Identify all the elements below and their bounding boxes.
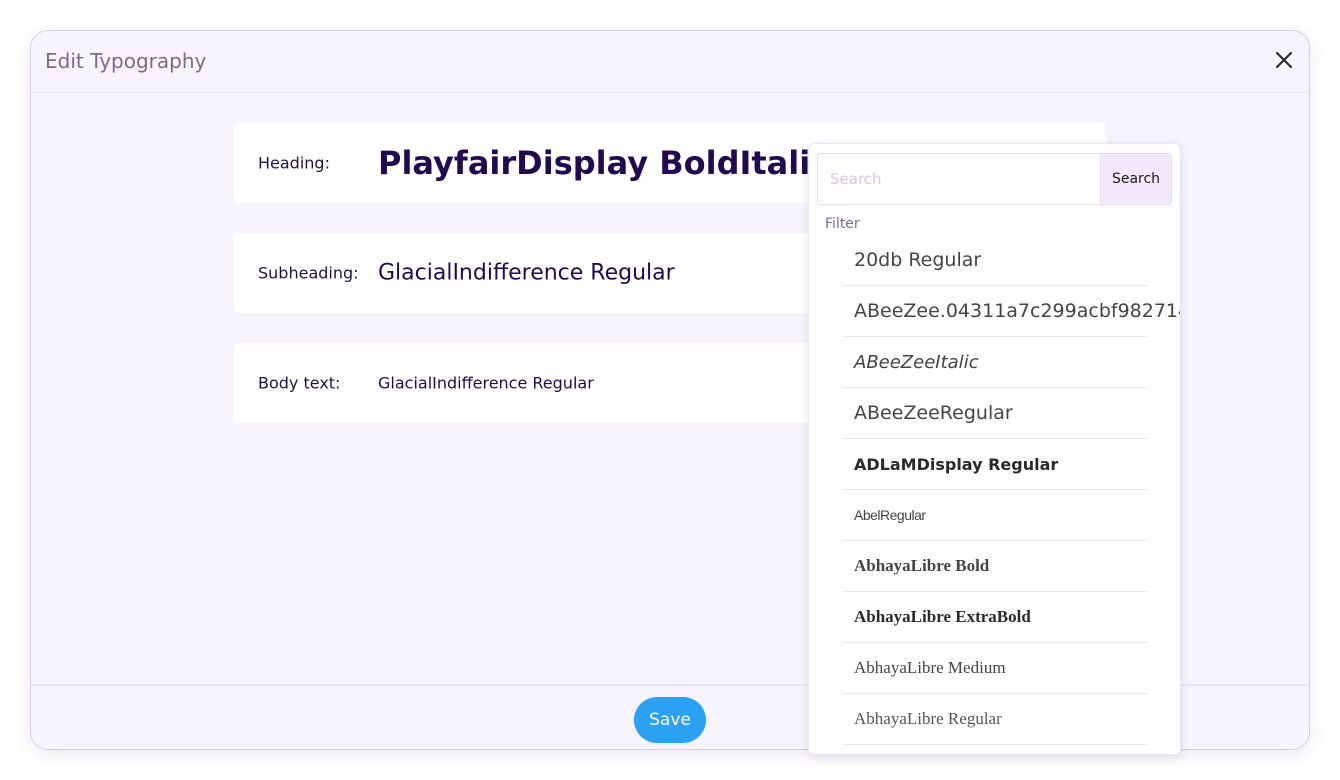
font-option[interactable]: ABeeZeeRegular (843, 388, 1147, 439)
font-picker-dropdown: Search Filter 20db Regular ABeeZee.04311… (808, 143, 1181, 755)
search-button[interactable]: Search (1100, 154, 1171, 204)
search-input[interactable] (818, 154, 1100, 204)
search-bar: Search (817, 153, 1172, 205)
heading-label: Heading: (258, 153, 330, 173)
font-option[interactable]: AbhayaLibre Regular (843, 694, 1147, 745)
font-list: 20db Regular ABeeZee.04311a7c299acbf9827… (843, 235, 1180, 745)
close-icon (1275, 51, 1293, 69)
heading-font-value[interactable]: PlayfairDisplay BoldItalic (378, 144, 829, 182)
modal-title: Edit Typography (45, 49, 207, 73)
font-option[interactable]: AbhayaLibre Medium (843, 643, 1147, 694)
font-option[interactable]: 20db Regular (843, 235, 1147, 286)
font-option[interactable]: AbhayaLibre ExtraBold (843, 592, 1147, 643)
font-option[interactable]: ADLaMDisplay Regular (843, 439, 1147, 490)
font-option[interactable]: AbhayaLibre Bold (843, 541, 1147, 592)
font-option[interactable]: AbelRegular (843, 490, 1147, 541)
font-option[interactable]: ABeeZee.04311a7c299acbf982714 (843, 286, 1180, 337)
modal-header: Edit Typography (31, 31, 1309, 93)
filter-label: Filter (825, 216, 860, 232)
close-button[interactable] (1271, 47, 1297, 73)
save-button[interactable]: Save (634, 697, 706, 743)
subheading-label: Subheading: (258, 263, 359, 283)
font-option[interactable]: ABeeZeeItalic (843, 337, 1147, 388)
subheading-font-value[interactable]: GlacialIndifference Regular (378, 261, 675, 286)
body-text-font-value[interactable]: GlacialIndifference Regular (378, 374, 594, 393)
body-text-label: Body text: (258, 373, 341, 393)
